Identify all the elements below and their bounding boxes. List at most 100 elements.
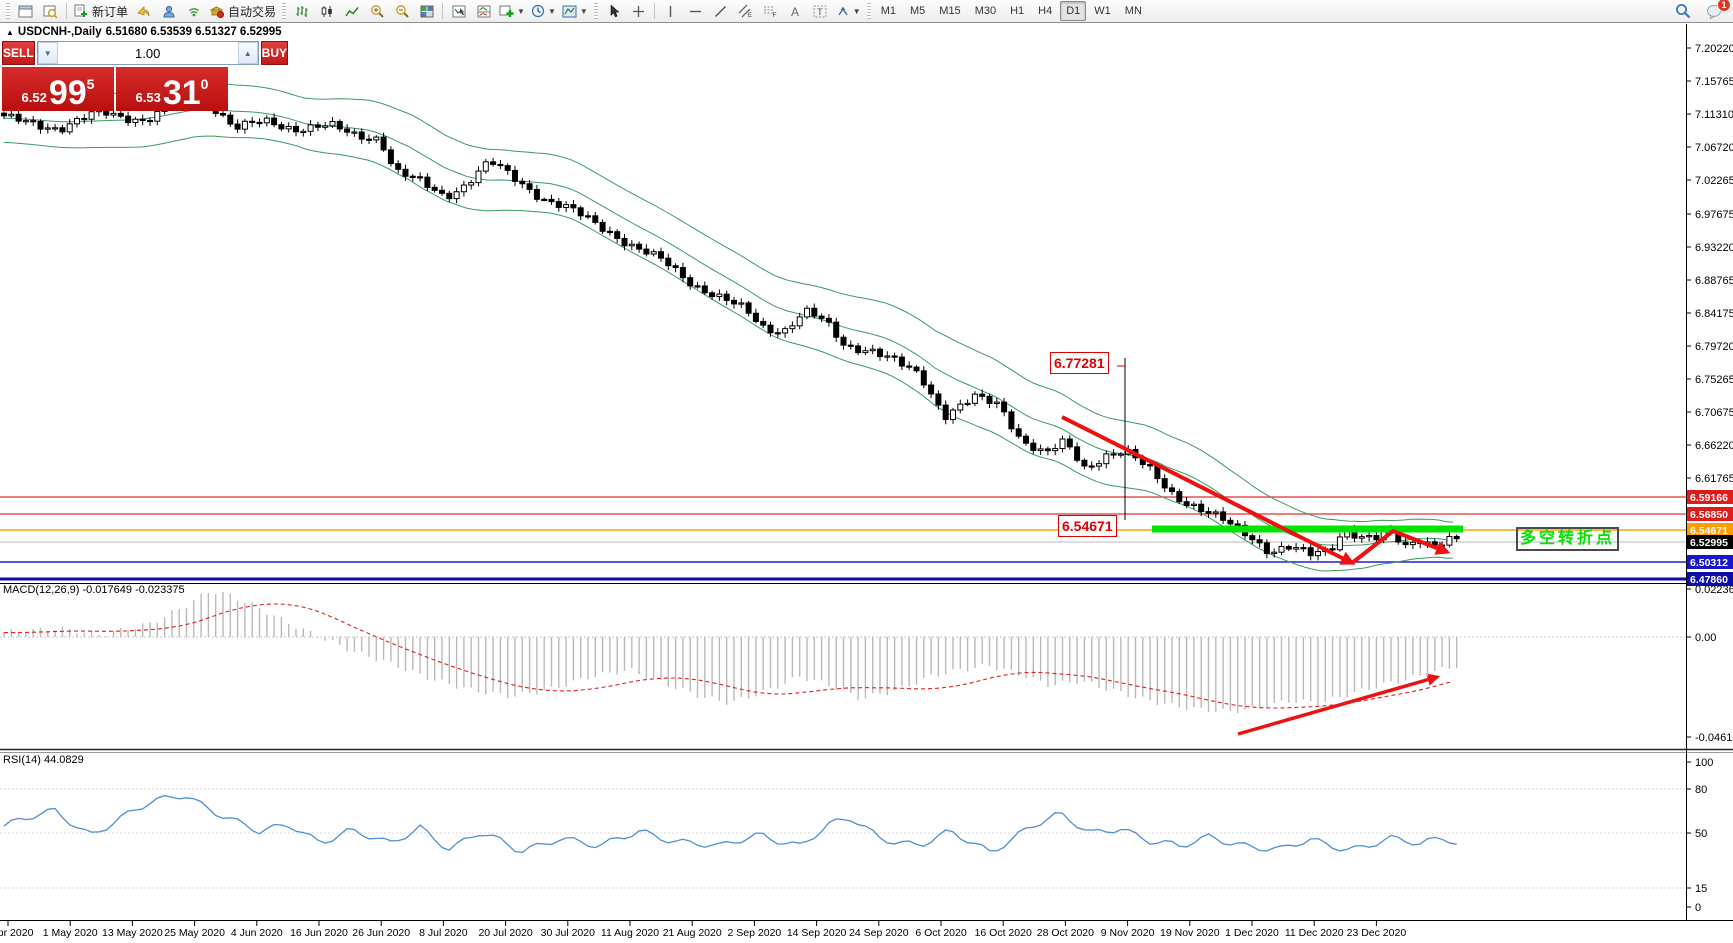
svg-text:7.06720: 7.06720 [1695, 142, 1733, 154]
macd_arrow[interactable] [1238, 677, 1437, 734]
toolbar-grip [867, 3, 871, 19]
buy-price-box[interactable]: 6.53 31 0 [116, 67, 228, 111]
svg-text:6.66220: 6.66220 [1695, 440, 1733, 452]
volume-input[interactable] [58, 42, 238, 64]
svg-text:6.50312: 6.50312 [1690, 557, 1728, 569]
trendline-icon[interactable] [708, 1, 733, 22]
turning-point-annotation[interactable]: 多空转折点 [1516, 527, 1619, 551]
svg-text:T: T [817, 7, 823, 18]
svg-text:F: F [773, 12, 777, 18]
zoom-out-icon[interactable] [389, 1, 414, 22]
svg-text:E: E [748, 13, 752, 18]
indicator-windows-icon[interactable] [471, 1, 496, 22]
svg-text:7.20220: 7.20220 [1695, 43, 1733, 55]
svg-text:6.70675: 6.70675 [1695, 407, 1733, 419]
sell-button[interactable]: SELL [2, 41, 35, 65]
accounts-icon[interactable] [156, 1, 181, 22]
volume-decrease-button[interactable]: ▼ [38, 42, 58, 64]
equidistant-channel-icon[interactable]: E [733, 1, 758, 22]
svg-text:1 May 2020: 1 May 2020 [43, 927, 98, 939]
bars-chart-icon[interactable] [289, 1, 314, 22]
tf-M5[interactable]: M5 [904, 1, 931, 21]
new-window-icon[interactable] [13, 1, 38, 22]
chart-canvas[interactable]: 7.202207.157657.113107.067207.022656.976… [0, 0, 1733, 943]
vertical-line-icon[interactable] [658, 1, 683, 22]
cursor-icon[interactable] [601, 1, 626, 22]
volume-increase-button[interactable]: ▲ [238, 42, 258, 64]
tf-M1[interactable]: M1 [875, 1, 902, 21]
toolbar-separator [66, 3, 67, 19]
indicators-icon[interactable] [446, 1, 471, 22]
tf-H1[interactable]: H1 [1004, 1, 1030, 21]
chart-title: ▲ USDCNH-,Daily 6.51680 6.53539 6.51327 … [6, 26, 282, 38]
svg-text:-0.046165: -0.046165 [1695, 732, 1733, 744]
rollback-icon[interactable] [131, 1, 156, 22]
peak-price-annotation[interactable]: 6.77281 [1050, 352, 1109, 374]
support-zone-bar[interactable] [1152, 526, 1463, 533]
fibonacci-icon[interactable]: F [758, 1, 783, 22]
svg-text:21 Aug 2020: 21 Aug 2020 [663, 927, 722, 939]
candles-chart-icon[interactable] [314, 1, 339, 22]
svg-text:6.79720: 6.79720 [1695, 341, 1733, 353]
buy-button[interactable]: BUY [261, 41, 288, 65]
svg-text:11 Aug 2020: 11 Aug 2020 [601, 927, 659, 939]
chart-profile-icon[interactable] [38, 1, 63, 22]
tf-M30[interactable]: M30 [969, 1, 1002, 21]
text-icon[interactable]: A [783, 1, 808, 22]
toolbar-separator [442, 3, 443, 19]
buy-price-prefix: 6.53 [136, 90, 161, 105]
main-toolbar: 新订单 自动交易 ▼ ▼ [0, 0, 1733, 23]
tf-H4[interactable]: H4 [1032, 1, 1058, 21]
tile-windows-icon[interactable] [414, 1, 439, 22]
new-order-button[interactable]: 新订单 [70, 1, 131, 22]
add-indicator-button[interactable]: ▼ [496, 1, 528, 22]
svg-text:6.84175: 6.84175 [1695, 308, 1733, 320]
svg-text:7.15765: 7.15765 [1695, 76, 1733, 88]
one-click-trade-panel: SELL ▼ ▲ BUY 6.52 99 5 6.53 31 0 [2, 41, 228, 111]
macd-signal-line [4, 604, 1453, 708]
rsi-line [4, 796, 1457, 853]
svg-text:26 Jun 2020: 26 Jun 2020 [352, 927, 410, 939]
tf-M15[interactable]: M15 [933, 1, 966, 21]
svg-text:6.97675: 6.97675 [1695, 209, 1733, 221]
signal-icon[interactable] [181, 1, 206, 22]
auto-trading-button[interactable]: 自动交易 [206, 1, 279, 22]
tf-W1[interactable]: W1 [1088, 1, 1117, 21]
buy-price-point: 0 [201, 76, 209, 92]
toolbar-right: 1 [1670, 1, 1730, 22]
tf-MN[interactable]: MN [1119, 1, 1148, 21]
arrows-icon[interactable]: ▼ [833, 1, 864, 22]
search-icon[interactable] [1670, 1, 1695, 22]
chevron-down-icon: ▼ [517, 7, 525, 16]
svg-text:16 Jun 2020: 16 Jun 2020 [290, 927, 348, 939]
svg-text:1 Dec 2020: 1 Dec 2020 [1225, 927, 1279, 939]
tf-D1[interactable]: D1 [1060, 1, 1086, 21]
notifications-icon[interactable]: 1 [1701, 1, 1726, 22]
support-price-annotation[interactable]: 6.54671 [1058, 515, 1117, 537]
svg-text:19 Nov 2020: 19 Nov 2020 [1160, 927, 1220, 939]
timeframe-group: M1M5M15M30H1H4D1W1MN [874, 1, 1149, 21]
toolbar-grip [6, 3, 10, 19]
toolbar-grip [282, 3, 286, 19]
svg-text:13 May 2020: 13 May 2020 [102, 927, 163, 939]
chevron-down-icon: ▼ [853, 7, 861, 16]
line-chart-icon[interactable] [339, 1, 364, 22]
template-button[interactable]: ▼ [559, 1, 591, 22]
svg-text:50: 50 [1695, 828, 1707, 840]
new-order-label: 新订单 [92, 3, 128, 20]
svg-text:6.88765: 6.88765 [1695, 275, 1733, 287]
period-button[interactable]: ▼ [528, 1, 559, 22]
svg-text:6.61765: 6.61765 [1695, 473, 1733, 485]
text-label-icon[interactable]: T [808, 1, 833, 22]
trend_arrow[interactable] [1062, 417, 1352, 563]
rsi-indicator-label: RSI(14) 44.0829 [3, 754, 84, 766]
sell-price-box[interactable]: 6.52 99 5 [2, 67, 114, 111]
zoom-in-icon[interactable] [364, 1, 389, 22]
svg-text:1 Apr 2020: 1 Apr 2020 [0, 927, 34, 939]
svg-text:6 Oct 2020: 6 Oct 2020 [915, 927, 967, 939]
svg-text:15: 15 [1695, 883, 1707, 895]
crosshair-icon[interactable] [626, 1, 651, 22]
horizontal-line-icon[interactable] [683, 1, 708, 22]
symbol-collapse-icon[interactable]: ▲ [6, 28, 14, 37]
svg-text:6.56850: 6.56850 [1690, 509, 1728, 521]
